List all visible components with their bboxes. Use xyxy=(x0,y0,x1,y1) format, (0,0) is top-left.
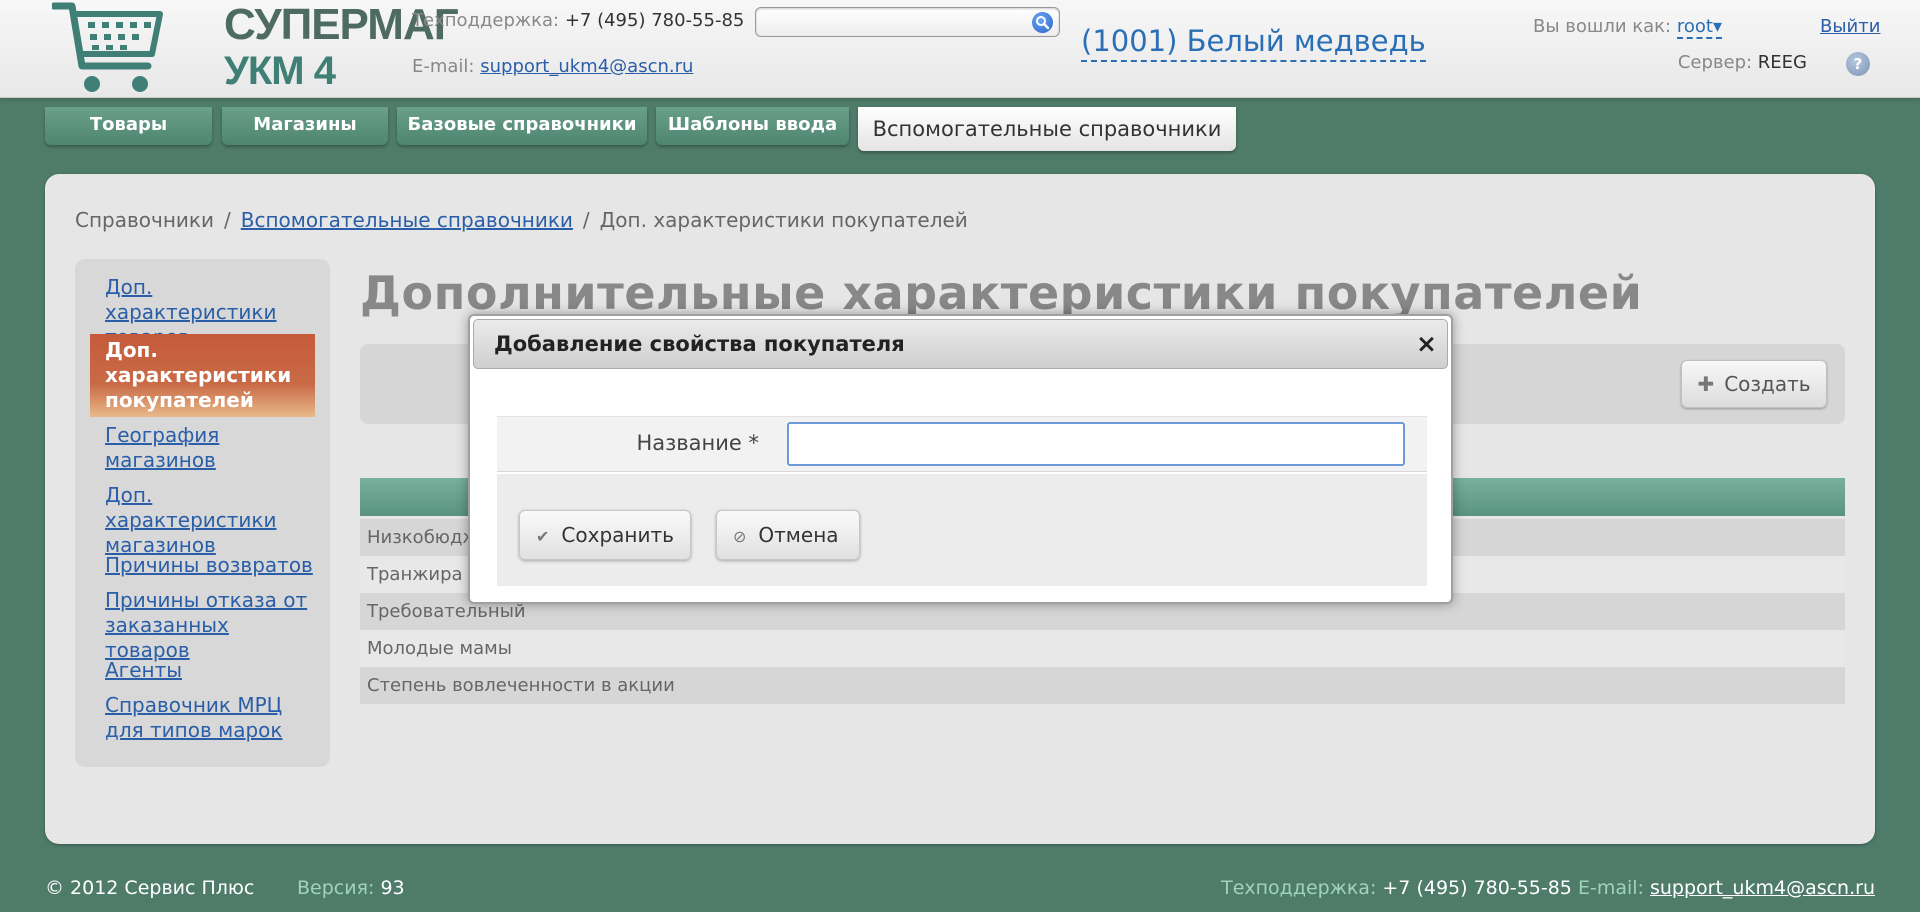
dialog-title: Добавление свойства покупателя xyxy=(494,332,905,356)
cancel-button[interactable]: ⊘ Отмена xyxy=(716,510,860,560)
name-field-row: Название * xyxy=(497,416,1427,472)
cancel-label: Отмена xyxy=(758,523,839,547)
check-icon: ✔ xyxy=(536,527,550,546)
name-input[interactable] xyxy=(787,422,1405,466)
cancel-icon: ⊘ xyxy=(733,527,747,546)
add-customer-property-dialog: Добавление свойства покупателя × Названи… xyxy=(468,314,1453,604)
dialog-actions: ✔ Сохранить ⊘ Отмена xyxy=(497,474,1427,586)
dialog-title-bar[interactable]: Добавление свойства покупателя × xyxy=(473,319,1448,369)
name-label: Название * xyxy=(636,431,759,455)
save-button[interactable]: ✔ Сохранить xyxy=(519,510,691,560)
close-icon[interactable]: × xyxy=(1416,329,1437,359)
save-label: Сохранить xyxy=(561,523,674,547)
